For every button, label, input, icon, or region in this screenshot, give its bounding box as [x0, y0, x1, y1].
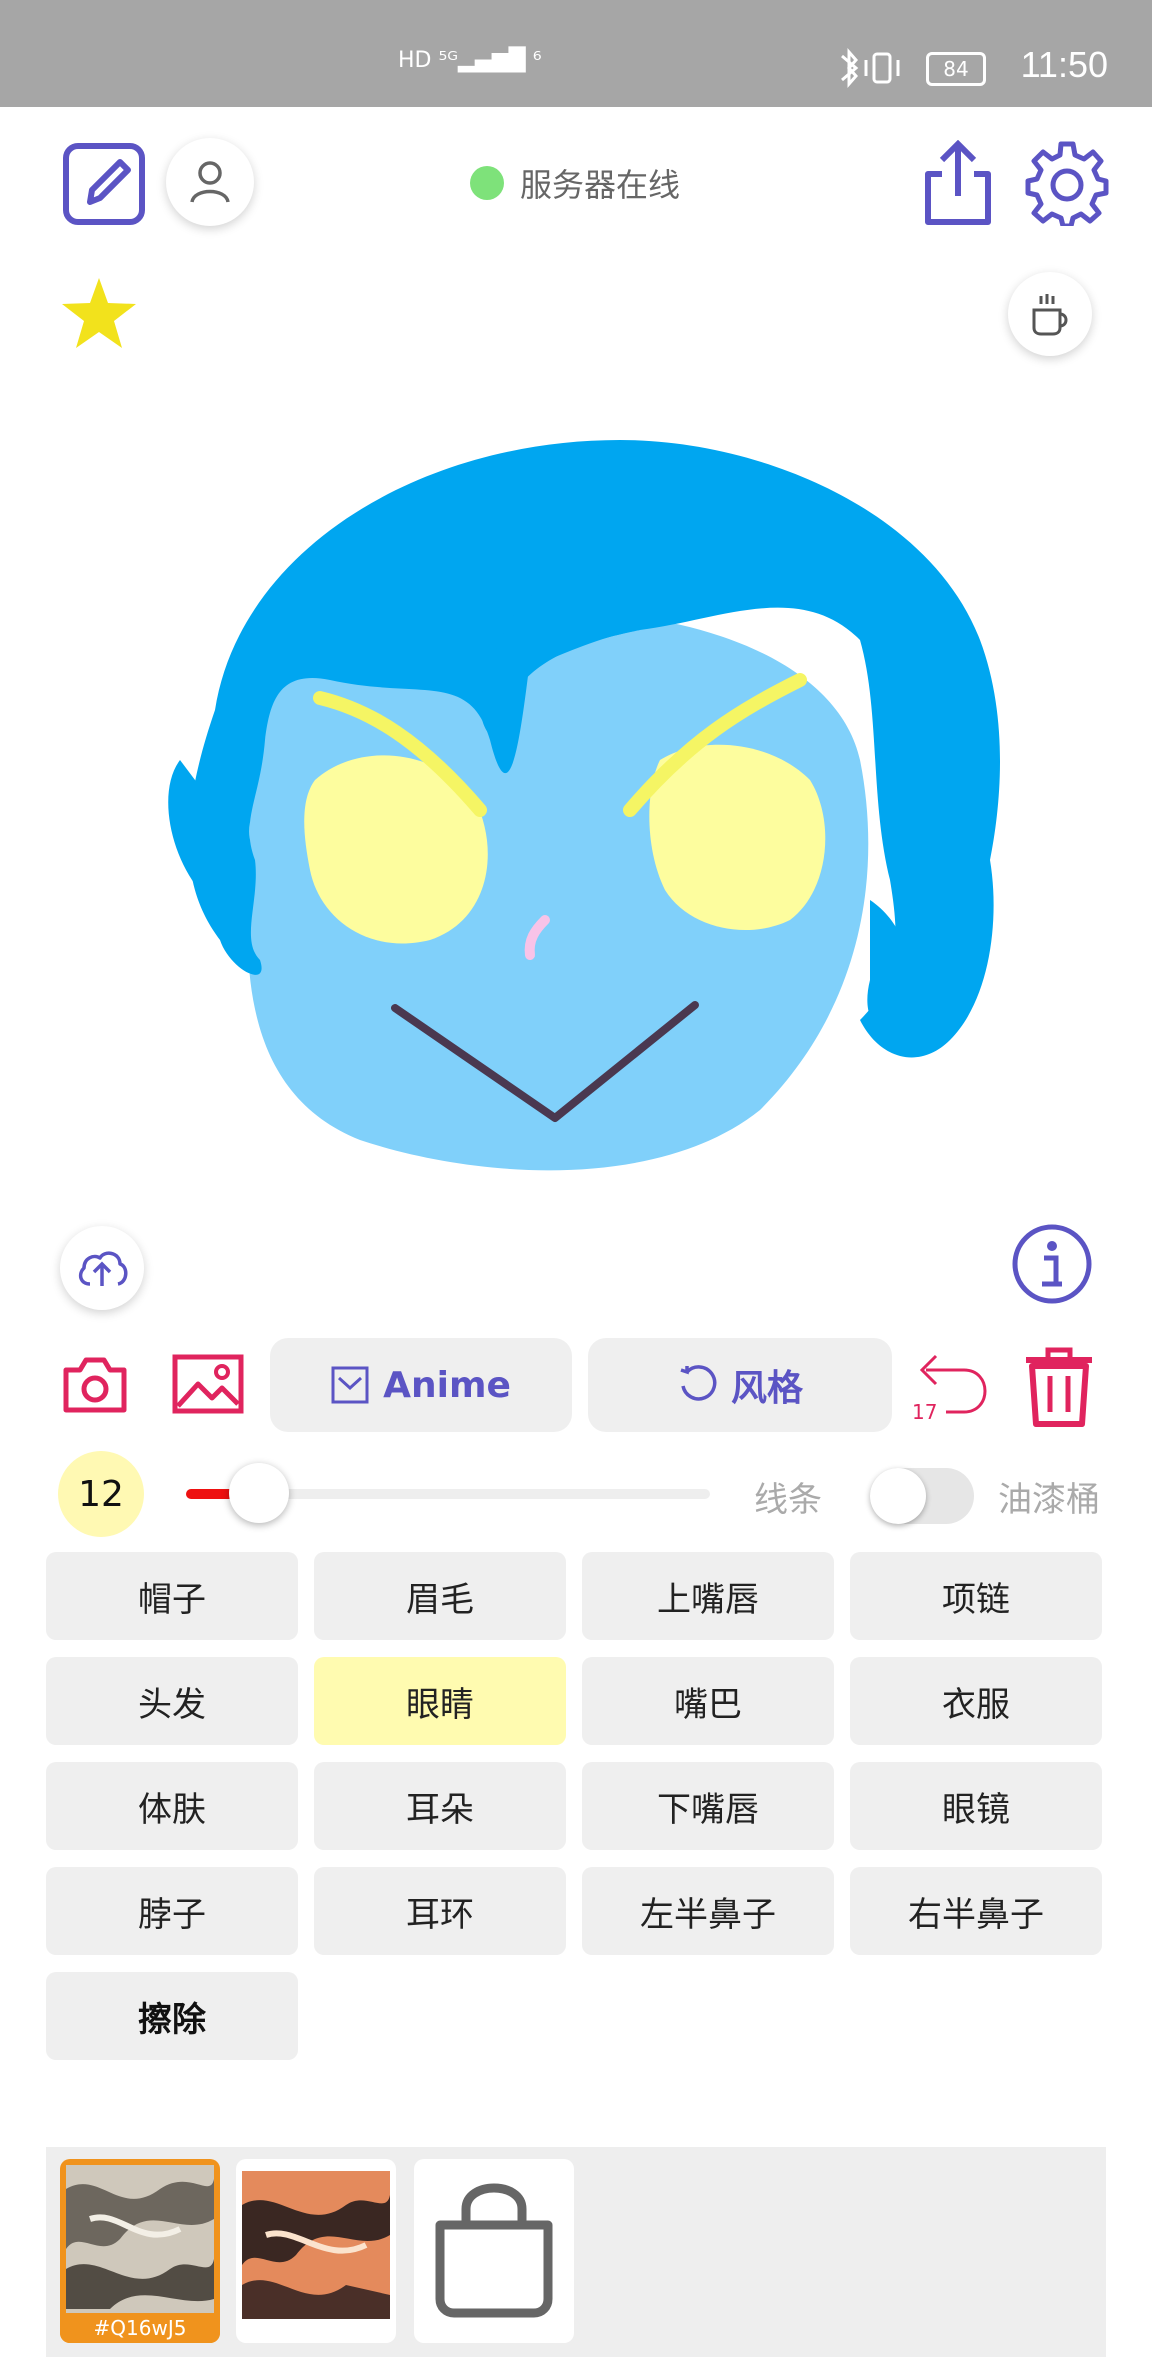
part-button[interactable]: 帽子 — [46, 1552, 298, 1640]
shopping-bag-icon — [435, 2183, 553, 2318]
style-label: 风格 — [730, 1368, 803, 1409]
style-code: #Q16wJ5 — [60, 2313, 220, 2343]
mail-icon — [331, 1366, 369, 1404]
profile-button[interactable] — [166, 138, 254, 226]
part-button[interactable]: 右半鼻子 — [850, 1867, 1102, 1955]
slider-thumb[interactable] — [229, 1463, 290, 1523]
battery-indicator: 84 — [926, 52, 986, 86]
part-button[interactable]: 项链 — [850, 1552, 1102, 1640]
upload-button[interactable] — [60, 1226, 144, 1310]
line-mode-label: 线条 — [754, 1480, 822, 1520]
fill-mode-toggle[interactable] — [870, 1468, 974, 1524]
part-button[interactable]: 左半鼻子 — [582, 1867, 834, 1955]
style-thumbnail-selected[interactable]: #Q16wJ5 — [60, 2159, 220, 2343]
brush-size-value: 12 — [78, 1473, 124, 1515]
part-button[interactable]: 上嘴唇 — [582, 1552, 834, 1640]
style-shop-button[interactable] — [414, 2159, 574, 2343]
drawing-canvas[interactable] — [0, 380, 1152, 1240]
share-icon[interactable] — [920, 139, 996, 226]
refresh-icon — [680, 1365, 717, 1401]
part-button[interactable]: 头发 — [46, 1657, 298, 1745]
undo-count: 17 — [912, 1400, 938, 1424]
part-button[interactable]: 体肤 — [46, 1762, 298, 1850]
erase-button[interactable]: 擦除 — [46, 1972, 298, 2060]
server-status-label: 服务器在线 — [520, 166, 681, 204]
part-button[interactable]: 耳朵 — [314, 1762, 566, 1850]
part-button[interactable]: 眼镜 — [850, 1762, 1102, 1850]
part-button[interactable]: 下嘴唇 — [582, 1762, 834, 1850]
coffee-button[interactable] — [1008, 272, 1092, 356]
clock: 11:50 — [1020, 44, 1108, 85]
bluetooth-vibrate-icon — [841, 48, 900, 88]
coffee-cup-icon — [1032, 294, 1068, 336]
part-button[interactable]: 衣服 — [850, 1657, 1102, 1745]
part-grid: 帽子 眉毛 上嘴唇 项链 头发 眼睛 嘴巴 衣服 体肤 耳朵 下嘴唇 眼镜 脖子… — [46, 1552, 1106, 2060]
paint-bucket-label: 油漆桶 — [998, 1480, 1100, 1520]
settings-gear-icon[interactable] — [1024, 140, 1110, 229]
image-gallery-icon[interactable] — [172, 1354, 244, 1414]
style-button[interactable]: 风格 — [588, 1338, 892, 1432]
toggle-knob — [870, 1468, 926, 1524]
part-button[interactable]: 眉毛 — [314, 1552, 566, 1640]
style-tray: #Q16wJ5 — [46, 2147, 1106, 2357]
server-status: 服务器在线 — [470, 163, 681, 204]
camera-icon[interactable] — [62, 1356, 128, 1414]
part-button[interactable]: 嘴巴 — [582, 1657, 834, 1745]
part-button[interactable]: 耳环 — [314, 1867, 566, 1955]
part-button[interactable]: 脖子 — [46, 1867, 298, 1955]
user-icon — [190, 161, 230, 203]
anime-label: Anime — [383, 1364, 511, 1406]
undo-button[interactable]: 17 — [912, 1348, 992, 1424]
right-eye — [649, 744, 826, 930]
info-icon[interactable] — [1010, 1222, 1094, 1306]
part-button[interactable]: 眼睛 — [314, 1657, 566, 1745]
anime-button[interactable]: Anime — [270, 1338, 572, 1432]
brush-size-badge: 12 — [58, 1451, 144, 1537]
status-dot — [470, 166, 504, 200]
style-thumbnail[interactable] — [236, 2159, 396, 2343]
status-bar: HD ⁵ᴳ▂▄▆█ ⁶ 84 11:50 — [0, 0, 1152, 107]
trash-icon[interactable] — [1020, 1346, 1098, 1428]
favorite-star-icon[interactable] — [60, 276, 138, 350]
network-indicator: HD ⁵ᴳ▂▄▆█ ⁶ — [398, 48, 542, 73]
edit-icon[interactable] — [62, 142, 146, 226]
cloud-upload-icon — [78, 1251, 128, 1286]
